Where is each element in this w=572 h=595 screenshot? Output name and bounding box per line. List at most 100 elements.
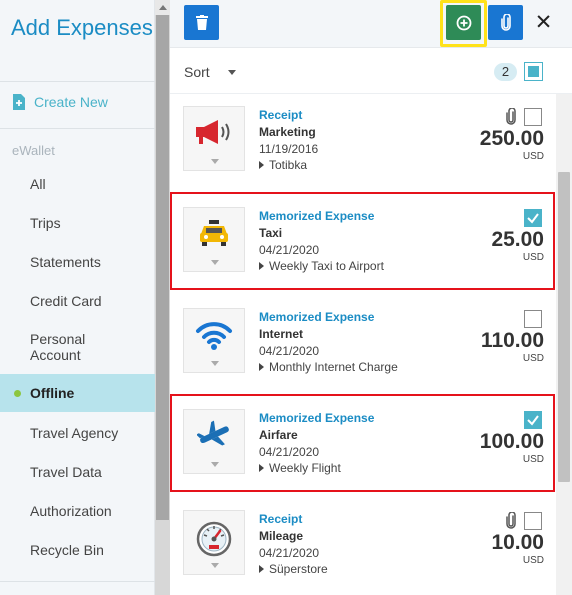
add-expense-button[interactable] bbox=[446, 5, 481, 40]
new-document-icon bbox=[13, 94, 25, 110]
sidebar-scrollbar[interactable] bbox=[155, 0, 170, 595]
paperclip-icon[interactable] bbox=[505, 108, 517, 125]
speedometer-icon bbox=[196, 521, 232, 557]
caret-right-icon bbox=[259, 262, 264, 270]
expenses-panel: ✕ Sort 2 Receipt Marketing 11/19/2016 To… bbox=[170, 0, 572, 595]
sidebar-item-personal-account[interactable]: Personal Account bbox=[0, 325, 140, 369]
sidebar-item-label: Travel Agency bbox=[30, 424, 119, 441]
sidebar-item-offline[interactable]: Offline bbox=[0, 374, 155, 412]
scrollbar-thumb[interactable] bbox=[156, 15, 169, 520]
sidebar-item-label: Statements bbox=[30, 253, 101, 270]
expense-detail-text: Süperstore bbox=[269, 562, 328, 576]
section-header-ewallet: eWallet bbox=[12, 143, 55, 158]
active-indicator-dot bbox=[14, 389, 21, 397]
sidebar-item-label: All bbox=[30, 175, 46, 192]
expense-currency: USD bbox=[522, 353, 544, 364]
sidebar-item-label: Offline bbox=[30, 385, 75, 401]
select-all-checkbox[interactable] bbox=[524, 62, 543, 81]
page-title: Add Expenses bbox=[11, 15, 153, 40]
expense-thumbnail[interactable] bbox=[183, 106, 245, 171]
expense-amount: 250.00 bbox=[479, 127, 544, 150]
chevron-down-icon bbox=[211, 260, 219, 265]
sidebar-item-authorization[interactable]: Authorization bbox=[0, 494, 155, 527]
expense-thumbnail[interactable] bbox=[183, 510, 245, 575]
expense-detail: Monthly Internet Charge bbox=[259, 360, 398, 374]
expense-thumbnail[interactable] bbox=[183, 207, 245, 272]
sidebar-item-label: Authorization bbox=[30, 502, 112, 519]
caret-right-icon bbox=[259, 565, 264, 573]
expense-type: Memorized Expense bbox=[259, 411, 375, 425]
wifi-icon bbox=[196, 322, 232, 350]
chevron-down-icon bbox=[211, 361, 219, 366]
caret-right-icon bbox=[259, 161, 264, 169]
sidebar-item-all[interactable]: All bbox=[0, 167, 155, 200]
toolbar: ✕ bbox=[170, 0, 572, 48]
megaphone-icon bbox=[196, 120, 230, 144]
list-item[interactable]: Memorized Expense Internet 04/21/2020 Mo… bbox=[170, 296, 556, 397]
sidebar-item-recycle-bin[interactable]: Recycle Bin bbox=[0, 533, 155, 566]
expense-currency: USD bbox=[522, 555, 544, 566]
expense-name: Marketing bbox=[259, 125, 316, 139]
list-item[interactable]: Memorized Expense Taxi 04/21/2020 Weekly… bbox=[170, 195, 556, 296]
create-new-button[interactable]: Create New bbox=[12, 94, 108, 110]
expense-type: Memorized Expense bbox=[259, 310, 375, 324]
sidebar: Add Expenses Create New eWallet All Trip… bbox=[0, 0, 155, 595]
list-item[interactable]: Receipt Mileage 04/21/2020 Süperstore 10… bbox=[170, 498, 556, 595]
expense-checkbox[interactable] bbox=[524, 512, 542, 530]
chevron-down-icon[interactable] bbox=[228, 70, 236, 75]
expense-date: 04/21/2020 bbox=[259, 243, 320, 257]
expense-checkbox[interactable] bbox=[524, 108, 542, 126]
expense-detail-text: Totibka bbox=[269, 158, 308, 172]
sidebar-item-label: Credit Card bbox=[30, 292, 102, 309]
expense-detail: Weekly Taxi to Airport bbox=[259, 259, 384, 273]
paperclip-icon[interactable] bbox=[505, 512, 517, 529]
list-item[interactable]: Receipt Marketing 11/19/2016 Totibka 250… bbox=[170, 94, 556, 195]
expense-amount: 25.00 bbox=[491, 228, 544, 251]
expense-name: Internet bbox=[259, 327, 304, 341]
airplane-icon bbox=[197, 420, 229, 446]
expense-date: 11/19/2016 bbox=[259, 142, 319, 156]
expense-type: Receipt bbox=[259, 512, 303, 526]
expense-detail-text: Weekly Flight bbox=[269, 461, 341, 475]
divider bbox=[0, 128, 155, 129]
expense-amount: 110.00 bbox=[480, 329, 544, 352]
paperclip-icon bbox=[500, 14, 511, 31]
expense-detail: Totibka bbox=[259, 158, 307, 172]
sidebar-item-label: Trips bbox=[30, 214, 61, 231]
expense-currency: USD bbox=[522, 252, 544, 263]
expense-checkbox[interactable] bbox=[524, 310, 542, 328]
expense-date: 04/21/2020 bbox=[259, 344, 320, 358]
expense-detail: Weekly Flight bbox=[259, 461, 341, 475]
expense-date: 04/21/2020 bbox=[259, 445, 320, 459]
sidebar-item-label: Recycle Bin bbox=[30, 541, 104, 558]
sidebar-item-travel-agency[interactable]: Travel Agency bbox=[0, 416, 155, 449]
sidebar-item-statements[interactable]: Statements bbox=[0, 245, 155, 278]
delete-button[interactable] bbox=[184, 5, 219, 40]
caret-right-icon bbox=[259, 363, 264, 371]
close-button[interactable]: ✕ bbox=[526, 5, 561, 40]
expense-name: Taxi bbox=[259, 226, 283, 240]
expense-date: 04/21/2020 bbox=[259, 546, 320, 560]
sidebar-item-trips[interactable]: Trips bbox=[0, 206, 155, 239]
sidebar-item-label: Personal Account bbox=[30, 331, 86, 363]
list-scrollbar[interactable] bbox=[556, 94, 572, 595]
attach-button[interactable] bbox=[488, 5, 523, 40]
sidebar-item-credit-card[interactable]: Credit Card bbox=[0, 284, 155, 317]
checkmark-icon bbox=[527, 415, 539, 426]
expense-checkbox[interactable] bbox=[524, 411, 542, 429]
expense-type: Receipt bbox=[259, 108, 303, 122]
chevron-down-icon bbox=[211, 563, 219, 568]
list-item[interactable]: Memorized Expense Airfare 04/21/2020 Wee… bbox=[170, 397, 556, 498]
checkmark-icon bbox=[527, 213, 539, 224]
sidebar-item-travel-data[interactable]: Travel Data bbox=[0, 455, 155, 488]
expense-thumbnail[interactable] bbox=[183, 409, 245, 474]
scroll-up-arrow-icon[interactable] bbox=[155, 0, 170, 15]
scrollbar-thumb[interactable] bbox=[558, 172, 570, 482]
expense-checkbox[interactable] bbox=[524, 209, 542, 227]
expense-thumbnail[interactable] bbox=[183, 308, 245, 373]
divider bbox=[0, 581, 155, 582]
sort-dropdown[interactable]: Sort bbox=[184, 64, 210, 80]
expense-currency: USD bbox=[522, 454, 544, 465]
taxi-icon bbox=[200, 220, 228, 246]
expense-name: Mileage bbox=[259, 529, 304, 543]
